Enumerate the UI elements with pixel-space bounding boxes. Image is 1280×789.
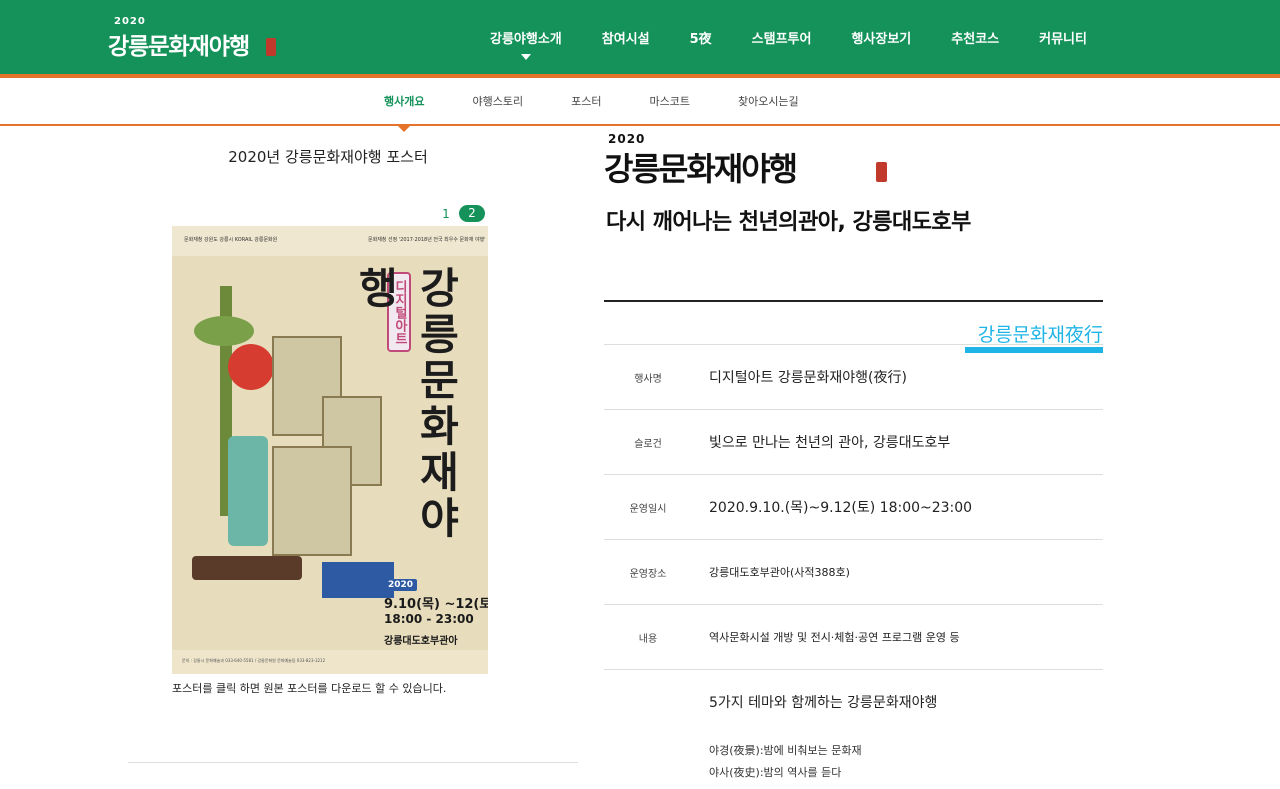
- poster-download-note: 포스터를 클릭 하면 원본 포스터를 다운로드 할 수 있습니다.: [172, 682, 447, 695]
- divider: [604, 300, 1103, 302]
- subnav-item-mascot[interactable]: 마스코트: [625, 78, 713, 124]
- row-label: 운영장소: [629, 568, 667, 580]
- flower-illustration: [228, 344, 274, 390]
- row-value: 빛으로 만나는 천년의 관아, 강릉대도호부: [709, 435, 951, 451]
- poster-pager: 1 2: [437, 205, 485, 222]
- nav-item-label: 커뮤니티: [1039, 31, 1087, 47]
- subnav-item-poster[interactable]: 포스터: [547, 78, 625, 124]
- event-headline: 다시 깨어나는 천년의관아, 강릉대도호부: [606, 210, 971, 235]
- poster-footer-text: 문의 : 강릉시 문화예술과 033-640-5581 / 강릉문화원 문화예술…: [182, 658, 326, 663]
- row-value: 강릉대도호부관아(사적388호): [709, 566, 850, 579]
- logo-year: 2020: [114, 16, 146, 27]
- cabinet-illustration: [272, 446, 352, 556]
- poster-sponsors-left: 문화재청 강원도 강릉시 KORAIL 강릉문화원: [184, 237, 278, 243]
- site-logo[interactable]: 2020 강릉문화재야행: [108, 16, 278, 60]
- event-logo-seal-icon: [876, 162, 887, 182]
- nav-item-label: 스탬프투어: [751, 31, 812, 47]
- poster-image[interactable]: 문화재청 강원도 강릉시 KORAIL 강릉문화원 문화재청 선정 '2017·…: [172, 226, 488, 674]
- nav-item-facilities[interactable]: 참여시설: [582, 0, 670, 74]
- pager-page-2[interactable]: 2: [459, 205, 485, 222]
- poster-info: 2020 9.10(목) ~12(토) 18:00 - 23:00 강릉대도호부…: [384, 572, 488, 647]
- list-item: 야경(夜景):밤에 비춰보는 문화재: [709, 744, 862, 757]
- nav-item-label: 강릉야행소개: [490, 31, 562, 47]
- poster-time: 18:00 - 23:00: [384, 612, 474, 626]
- table-row: 내용 역사문화시설 개방 및 전시·체험·공연 프로그램 운영 등: [604, 604, 1103, 669]
- poster-place: 강릉대도호부관아: [384, 636, 458, 647]
- table-row: 슬로건 빛으로 만나는 천년의 관아, 강릉대도호부: [604, 409, 1103, 474]
- table-illustration: [192, 556, 302, 580]
- nav-item-label: 추천코스: [951, 31, 1000, 47]
- event-logo: 2020 강릉문화재야행: [604, 132, 894, 188]
- themes-title: 5가지 테마와 함께하는 강릉문화재야행: [709, 695, 938, 711]
- sub-nav: 행사개요 야행스토리 포스터 마스코트 찾아오시는길: [0, 78, 1280, 132]
- table-row: 행사명 디지털아트 강릉문화재야행(夜行): [604, 344, 1103, 409]
- nav-item-label: 5夜: [689, 31, 712, 47]
- themes-block: 5가지 테마와 함께하는 강릉문화재야행 야경(夜景):밤에 비춰보는 문화재 …: [709, 692, 937, 784]
- row-label: 운영일시: [629, 503, 667, 515]
- nav-item-label: 참여시설: [601, 31, 650, 47]
- brand-text: 강릉문화재: [977, 324, 1065, 346]
- poster-date: 9.10(목) ~12(토): [384, 597, 488, 612]
- row-label: 슬로건: [634, 438, 662, 450]
- row-label: 행사명: [634, 373, 662, 385]
- event-logo-name: 강릉문화재야행: [604, 150, 798, 188]
- table-row: 5가지 테마와 함께하는 강릉문화재야행 야경(夜景):밤에 비춰보는 문화재 …: [604, 669, 1103, 789]
- row-value: 디지털아트 강릉문화재야행(夜行): [709, 370, 907, 386]
- nav-item-venue[interactable]: 행사장보기: [831, 0, 931, 74]
- poster-year: 2020: [384, 579, 418, 591]
- top-header: 2020 강릉문화재야행 강릉야행소개 참여시설 5夜 스탬프투어 행사장보기 …: [0, 0, 1280, 74]
- table-row: 운영일시 2020.9.10.(목)~9.12(토) 18:00~23:00: [604, 474, 1103, 539]
- nav-item-5night[interactable]: 5夜: [670, 0, 732, 74]
- row-label: 내용: [638, 633, 658, 645]
- table-row: 운영장소 강릉대도호부관아(사적388호): [604, 539, 1103, 604]
- brand-hanja: 夜行: [1064, 324, 1103, 346]
- subnav-item-directions[interactable]: 찾아오시는길: [714, 78, 823, 124]
- active-caret-icon: [520, 54, 531, 60]
- poster-sponsors-right: 문화재청 선정 '2017·2018년 전국 최우수 문화재 야행': [368, 237, 486, 243]
- nav-item-label: 행사장보기: [851, 31, 912, 47]
- subnav-item-story[interactable]: 야행스토리: [448, 78, 547, 124]
- active-pointer-icon: [396, 124, 412, 132]
- nav-item-community[interactable]: 커뮤니티: [1019, 0, 1107, 74]
- list-item: 야사(夜史):밤의 역사를 듣다: [709, 766, 842, 779]
- vase-illustration: [228, 436, 268, 546]
- row-value: 역사문화시설 개방 및 전시·체험·공연 프로그램 운영 등: [709, 631, 960, 644]
- poster-footer: 문의 : 강릉시 문화예술과 033-640-5581 / 강릉문화원 문화예술…: [172, 650, 488, 674]
- row-value: 2020.9.10.(목)~9.12(토) 18:00~23:00: [709, 500, 973, 516]
- nav-item-courses[interactable]: 추천코스: [931, 0, 1019, 74]
- leaf-illustration: [194, 316, 254, 346]
- themes-list: 야경(夜景):밤에 비춰보는 문화재 야사(夜史):밤의 역사를 듣다: [709, 740, 937, 784]
- main-nav: 강릉야행소개 참여시설 5夜 스탬프투어 행사장보기 추천코스 커뮤니티: [470, 0, 1107, 74]
- poster-title: 강릉문화재야행: [351, 266, 461, 542]
- divider: [128, 762, 578, 763]
- logo-seal-icon: [266, 38, 276, 56]
- nav-item-stamp-tour[interactable]: 스탬프투어: [732, 0, 832, 74]
- logo-name: 강릉문화재야행: [108, 33, 250, 60]
- nav-item-intro[interactable]: 강릉야행소개: [470, 0, 582, 74]
- pager-page-1[interactable]: 1: [437, 207, 455, 221]
- poster-section-title: 2020년 강릉문화재야행 포스터: [228, 148, 428, 166]
- event-info-table: 행사명 디지털아트 강릉문화재야행(夜行) 슬로건 빛으로 만나는 천년의 관아…: [604, 344, 1103, 789]
- subnav-item-overview[interactable]: 행사개요: [360, 78, 448, 124]
